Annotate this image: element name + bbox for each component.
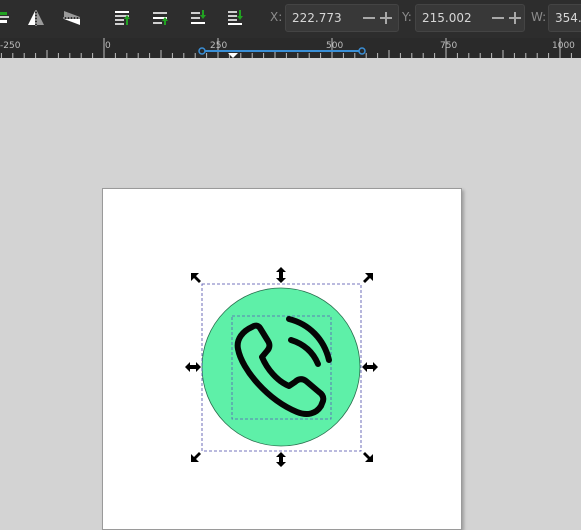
resize-handle-bottom-right[interactable] xyxy=(363,452,373,462)
resize-handle-top[interactable] xyxy=(276,267,286,283)
resize-handle-bottom-left[interactable] xyxy=(191,452,201,462)
resize-handle-top-right[interactable] xyxy=(363,273,373,283)
resize-handle-left[interactable] xyxy=(185,362,201,372)
resize-handle-top-left[interactable] xyxy=(191,273,201,283)
green-circle[interactable] xyxy=(201,287,361,447)
resize-handle-right[interactable] xyxy=(362,362,378,372)
resize-handle-bottom[interactable] xyxy=(276,452,286,467)
artwork-layer xyxy=(185,267,378,467)
